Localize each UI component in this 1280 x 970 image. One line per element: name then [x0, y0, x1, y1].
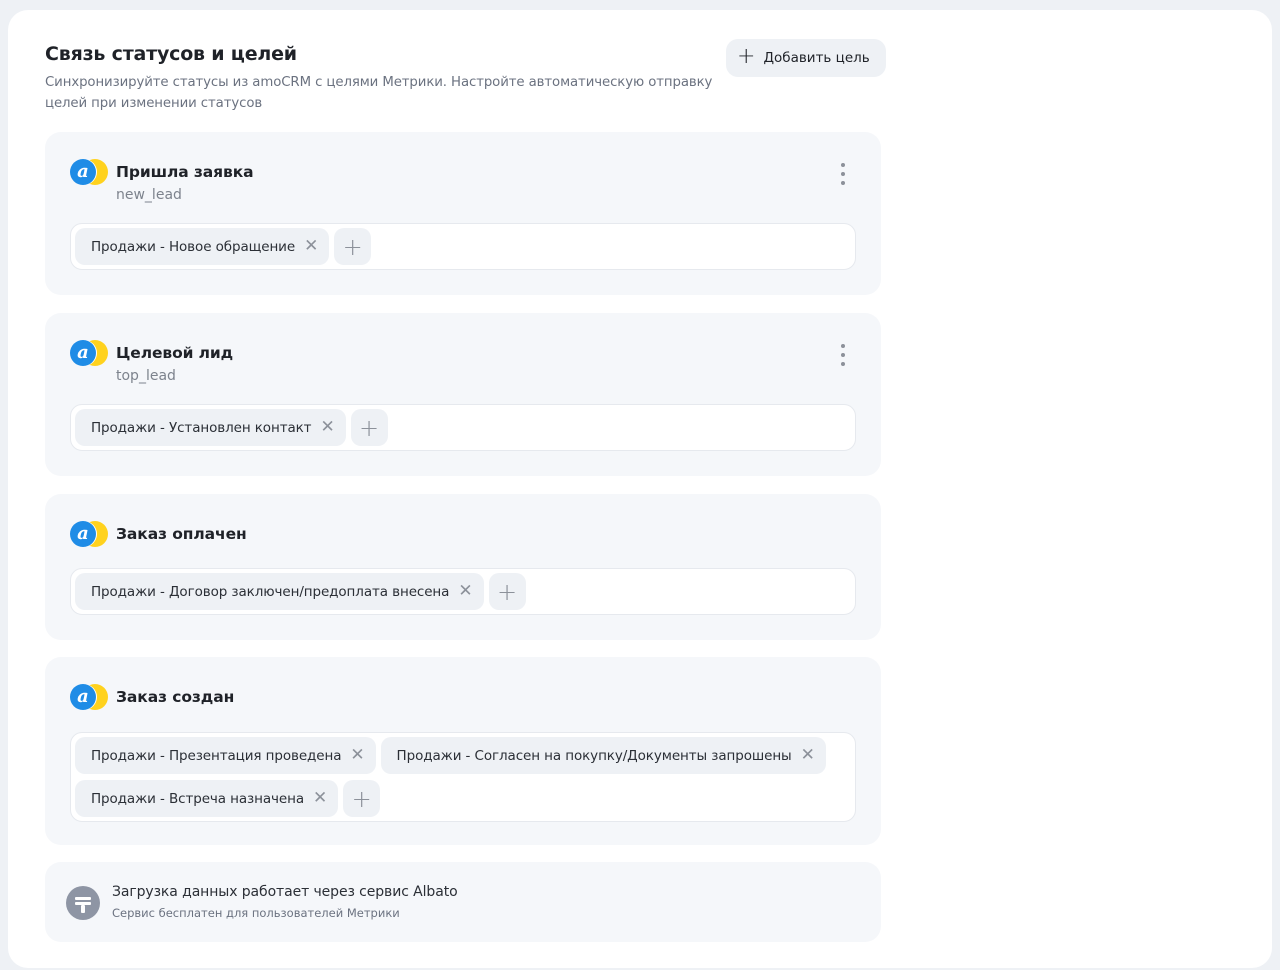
goal-chip-label: Продажи - Встреча назначена [91, 790, 304, 807]
content: Связь статусов и целей Синхронизируйте с… [45, 10, 886, 942]
goal-chip-label: Продажи - Презентация проведена [91, 747, 342, 764]
remove-icon[interactable]: ✕ [313, 790, 327, 807]
status-card: a Заказ оплачен Продажи - Договор заключ… [45, 494, 881, 640]
status-code: new_lead [116, 187, 182, 203]
status-header: a Пришла заявка new_lead [70, 159, 254, 205]
page-title: Связь статусов и целей [45, 43, 297, 65]
status-header: a Заказ создан [70, 684, 234, 710]
plus-icon: + [737, 44, 756, 69]
albato-icon [66, 886, 100, 920]
amocrm-logo-icon: a [70, 159, 108, 185]
amocrm-logo-icon: a [70, 521, 108, 547]
add-goal-chip-button[interactable]: + [350, 409, 388, 446]
goal-chip-label: Продажи - Согласен на покупку/Документы … [396, 747, 792, 764]
goal-chip: Продажи - Новое обращение ✕ [75, 228, 330, 265]
goal-chip-label: Продажи - Новое обращение [91, 238, 296, 255]
goals-field[interactable]: Продажи - Договор заключен/предоплата вн… [70, 568, 856, 615]
status-card: a Заказ создан Продажи - Презентация про… [45, 657, 881, 845]
main-panel: Связь статусов и целей Синхронизируйте с… [8, 10, 1272, 968]
remove-icon[interactable]: ✕ [458, 583, 472, 600]
section-header: Связь статусов и целей Синхронизируйте с… [45, 10, 886, 132]
remove-icon[interactable]: ✕ [320, 419, 334, 436]
add-goal-label: Добавить цель [763, 50, 870, 66]
amocrm-logo-icon: a [70, 340, 108, 366]
add-goal-chip-button[interactable]: + [334, 228, 372, 265]
status-name: Пришла заявка [116, 163, 254, 181]
goal-chip-label: Продажи - Установлен контакт [91, 419, 312, 436]
goal-chip: Продажи - Встреча назначена ✕ [75, 780, 339, 817]
goals-field[interactable]: Продажи - Презентация проведена ✕ Продаж… [70, 732, 856, 822]
albato-info-card: Загрузка данных работает через сервис Al… [45, 862, 881, 942]
status-name: Целевой лид [116, 344, 234, 362]
remove-icon[interactable]: ✕ [801, 747, 815, 764]
goal-chip: Продажи - Договор заключен/предоплата вн… [75, 573, 484, 610]
status-header: a Целевой лид top_lead [70, 340, 233, 386]
add-goal-chip-button[interactable]: + [343, 780, 381, 817]
status-name: Заказ создан [116, 688, 235, 706]
add-goal-button[interactable]: + Добавить цель [726, 39, 886, 77]
more-menu-icon[interactable] [833, 344, 853, 366]
info-title: Загрузка данных работает через сервис Al… [112, 884, 458, 900]
goals-field[interactable]: Продажи - Установлен контакт ✕ + [70, 404, 856, 451]
page-description: Синхронизируйте статусы из amoCRM с целя… [45, 75, 713, 111]
add-goal-chip-button[interactable]: + [488, 573, 526, 610]
goal-chip: Продажи - Установлен контакт ✕ [75, 409, 346, 446]
goals-field[interactable]: Продажи - Новое обращение ✕ + [70, 223, 856, 270]
remove-icon[interactable]: ✕ [304, 238, 318, 255]
status-card: a Пришла заявка new_lead Продажи - Новое… [45, 132, 881, 295]
status-name: Заказ оплачен [116, 525, 247, 543]
more-menu-icon[interactable] [833, 163, 853, 185]
status-code: top_lead [116, 368, 176, 384]
remove-icon[interactable]: ✕ [350, 747, 364, 764]
goal-chip-label: Продажи - Договор заключен/предоплата вн… [91, 583, 450, 600]
status-card: a Целевой лид top_lead Продажи - Установ… [45, 313, 881, 476]
amocrm-logo-icon: a [70, 684, 108, 710]
info-subtitle: Сервис бесплатен для пользователей Метри… [112, 906, 400, 920]
goal-chip: Продажи - Согласен на покупку/Документы … [380, 737, 826, 774]
goal-chip: Продажи - Презентация проведена ✕ [75, 737, 376, 774]
status-header: a Заказ оплачен [70, 521, 247, 547]
